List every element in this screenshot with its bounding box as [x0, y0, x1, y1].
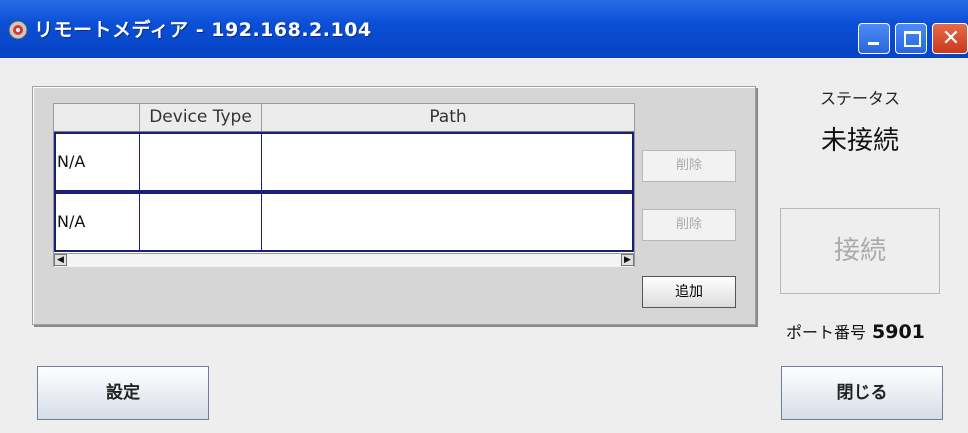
cell-path[interactable]	[262, 134, 632, 190]
column-header-device-type[interactable]: Device Type	[140, 104, 262, 131]
table-header: Device Type Path	[54, 104, 634, 132]
column-header-id[interactable]	[54, 104, 140, 131]
close-window-button[interactable]: ✕	[932, 23, 968, 54]
title-bar[interactable]: リモートメディア - 192.168.2.104 ✕	[0, 0, 968, 58]
remote-media-app-icon	[8, 20, 28, 40]
column-header-path[interactable]: Path	[262, 104, 634, 131]
cell-path[interactable]	[262, 194, 632, 250]
cell-id: N/A	[56, 134, 140, 190]
settings-button[interactable]: 設定	[37, 366, 209, 420]
maximize-icon[interactable]	[895, 23, 927, 54]
cell-id: N/A	[56, 194, 140, 250]
window-title: リモートメディア - 192.168.2.104	[34, 19, 372, 41]
port-info: ポート番号 5901	[786, 319, 925, 343]
close-button[interactable]: 閉じる	[781, 366, 943, 420]
add-button[interactable]: 追加	[642, 276, 736, 308]
connect-button[interactable]: 接続	[780, 208, 940, 294]
minimize-icon[interactable]	[858, 23, 890, 54]
delete-row-2-button[interactable]: 削除	[642, 209, 736, 241]
horizontal-scrollbar[interactable]: ◀ ▶	[54, 253, 634, 267]
status-label: ステータス	[819, 89, 900, 108]
port-value: 5901	[872, 321, 925, 343]
close-icon: ✕	[941, 26, 961, 51]
port-label: ポート番号	[786, 323, 867, 342]
scroll-right-icon[interactable]: ▶	[621, 254, 634, 266]
scroll-left-icon[interactable]: ◀	[54, 254, 67, 266]
status-value: 未接続	[820, 126, 899, 156]
device-table: Device Type Path N/A N/A ◀ ▶	[53, 103, 635, 267]
table-row[interactable]: N/A	[54, 192, 634, 252]
cell-device-type[interactable]	[140, 194, 262, 250]
cell-device-type[interactable]	[140, 134, 262, 190]
delete-row-1-button[interactable]: 削除	[642, 150, 736, 182]
table-row[interactable]: N/A	[54, 132, 634, 192]
